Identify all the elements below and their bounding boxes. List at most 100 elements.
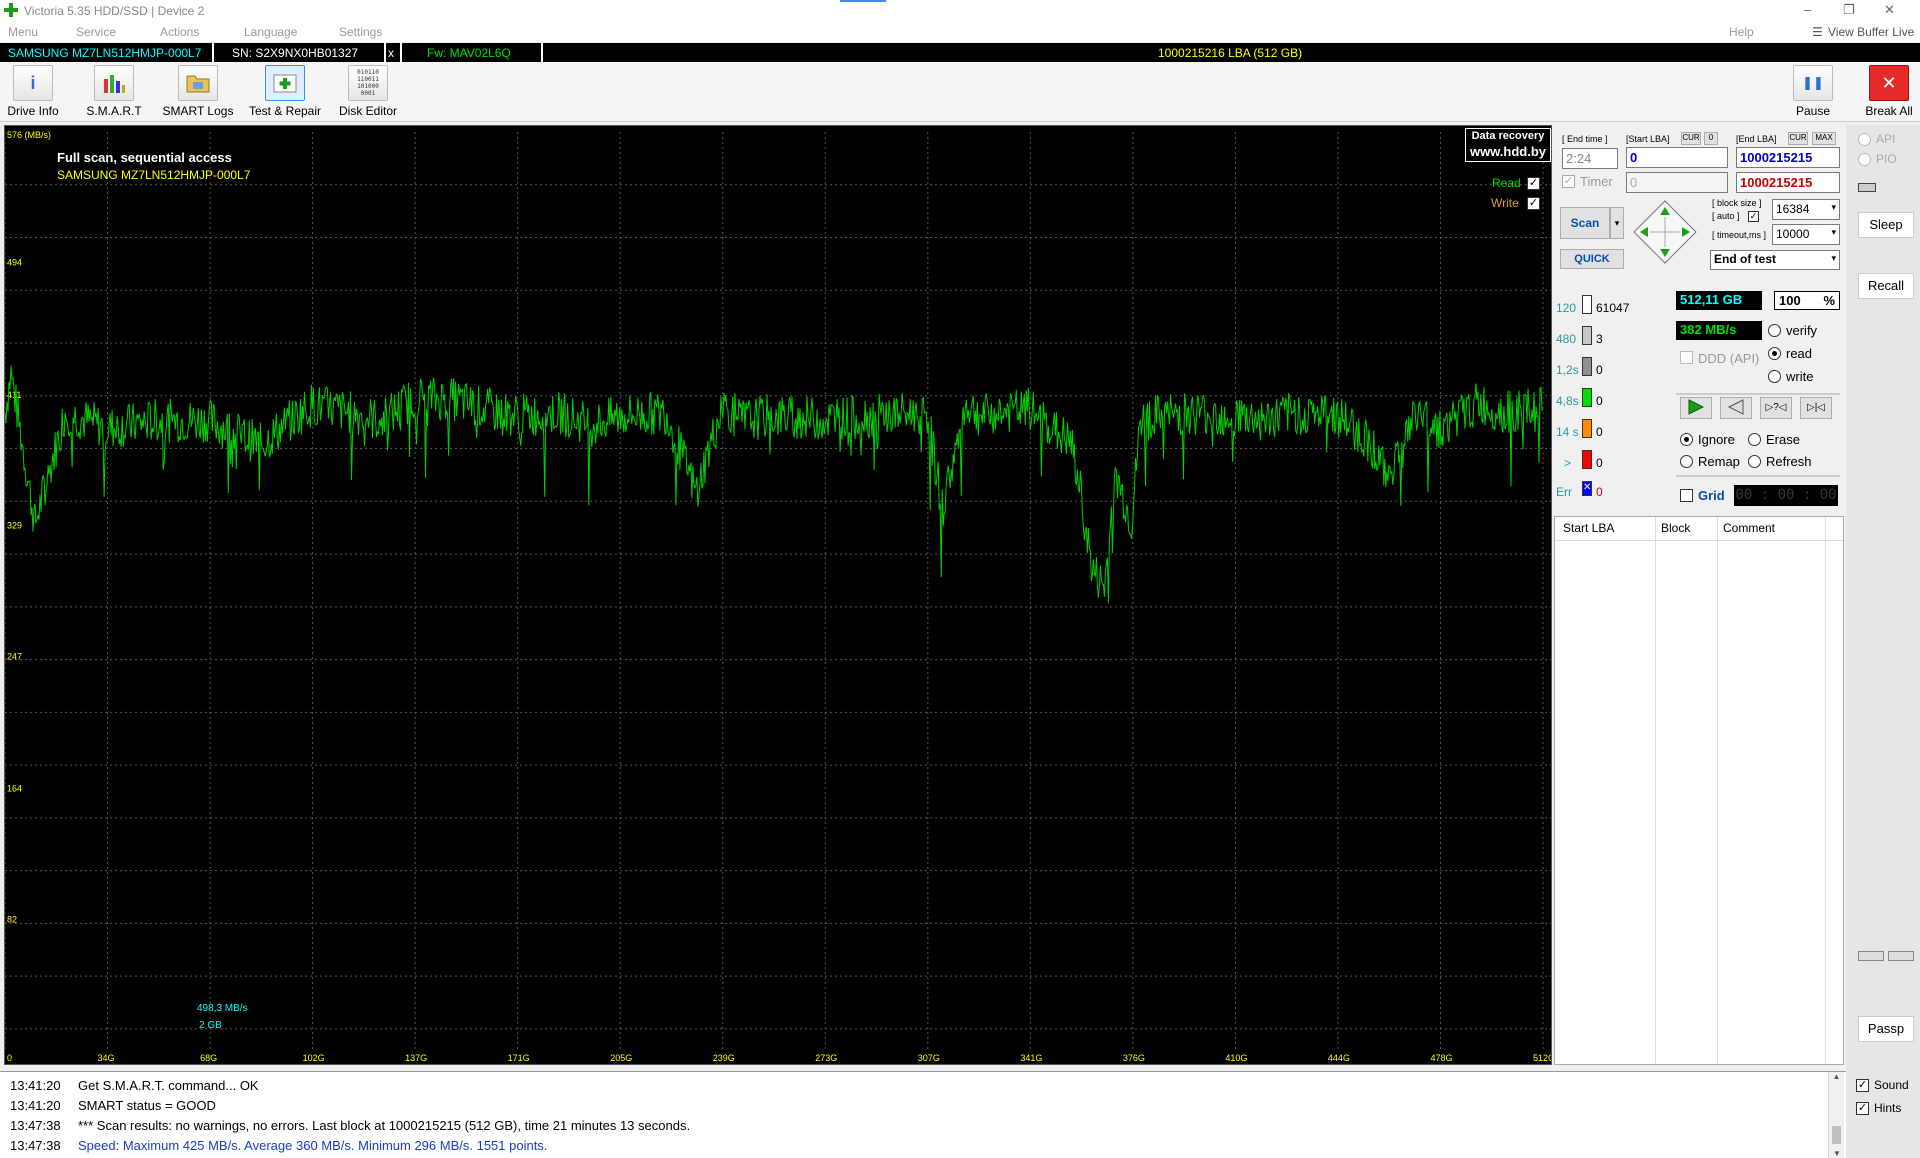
skip-button[interactable]: ▷?◁ <box>1760 397 1792 419</box>
auto-checkbox[interactable]: ✓ <box>1748 211 1759 222</box>
menu-item-settings[interactable]: Settings <box>339 25 382 39</box>
latency-count-1-2s: 0 <box>1596 363 1603 377</box>
end-action-select[interactable]: End of test ▾ <box>1710 250 1840 270</box>
error-count: 0 <box>1596 485 1603 499</box>
log-scrollbar[interactable]: ▲ ▼ <box>1828 1072 1844 1158</box>
device-close-x[interactable]: x <box>388 46 394 60</box>
direction-pad-icon[interactable] <box>1632 199 1698 265</box>
timer-checkbox[interactable]: ✓ <box>1562 175 1575 188</box>
x-tick-label: 410G <box>1225 1053 1247 1063</box>
smart-logs-button[interactable]: SMART Logs <box>162 65 234 121</box>
view-buffer-live-button[interactable]: View Buffer Live <box>1828 25 1914 39</box>
restore-button[interactable]: ❐ <box>1843 2 1855 18</box>
latency-label-14s: 14 s <box>1556 425 1579 439</box>
timeout-label: [ timeout,ms ] <box>1712 230 1767 240</box>
timeout-select[interactable]: 10000 ▾ <box>1772 224 1840 245</box>
remap-radio[interactable] <box>1680 455 1693 468</box>
end-lba-field[interactable]: 1000215215 <box>1736 147 1840 168</box>
title-bar: Victoria 5.35 HDD/SSD | Device 2 – ❐ ✕ <box>0 0 1920 21</box>
menu-item-language[interactable]: Language <box>244 25 297 39</box>
start-lba-field[interactable]: 0 <box>1626 147 1728 168</box>
y-tick-label: 247 <box>7 651 22 661</box>
end-lba-cur-button[interactable]: CUR <box>1788 132 1808 145</box>
small-slot-right[interactable] <box>1888 951 1914 961</box>
timer-field[interactable]: 0 <box>1626 172 1728 193</box>
read-checkbox[interactable]: ✓ <box>1527 177 1540 190</box>
grid-timer-display: 00 : 00 : 00 <box>1734 485 1838 506</box>
scroll-thumb <box>1832 1126 1841 1144</box>
menu-item-service[interactable]: Service <box>76 25 116 39</box>
small-slot-left[interactable] <box>1858 951 1884 961</box>
break-all-button[interactable]: ✕ Break All <box>1861 65 1917 121</box>
drive-info-button[interactable]: i Drive Info <box>4 65 62 121</box>
window-title: Victoria 5.35 HDD/SSD | Device 2 <box>24 4 205 18</box>
write-checkbox[interactable]: ✓ <box>1527 197 1540 210</box>
quick-button[interactable]: QUICK <box>1560 249 1624 269</box>
menu-item-help[interactable]: Help <box>1729 25 1754 39</box>
data-recovery-badge[interactable]: Data recovery www.hdd.by <box>1465 128 1551 162</box>
test-repair-button[interactable]: Test & Repair <box>246 65 324 121</box>
side-panel: API PIO Sleep Recall Passp ✓ Sound ✓ Hin… <box>1846 125 1920 1158</box>
refresh-radio[interactable] <box>1748 455 1761 468</box>
column-comment[interactable]: Comment <box>1723 521 1775 535</box>
grid-checkbox[interactable] <box>1680 489 1693 502</box>
current-speed-display: 382 MB/s <box>1676 321 1762 340</box>
x-tick-label: 341G <box>1020 1053 1042 1063</box>
reverse-icon <box>1727 399 1744 415</box>
disk-editor-button[interactable]: 010110 110011 101000 0001 Disk Editor <box>336 65 400 121</box>
device-model[interactable]: SAMSUNG MZ7LN512HMJP-000L7 <box>8 46 201 60</box>
event-log[interactable]: 13:41:20 Get S.M.A.R.T. command... OK 13:… <box>0 1071 1846 1158</box>
medical-kit-icon <box>265 65 305 101</box>
pause-icon: ❚❚ <box>1793 65 1833 101</box>
column-start-lba[interactable]: Start LBA <box>1563 521 1614 535</box>
api-label: API <box>1876 132 1896 146</box>
y-tick-label: 329 <box>7 521 22 531</box>
ddd-api-label: DDD (API) <box>1698 351 1760 366</box>
graph-title: Full scan, sequential access <box>57 150 232 165</box>
info-icon: i <box>13 65 53 101</box>
ignore-radio[interactable] <box>1680 433 1693 446</box>
latency-label-1-2s: 1,2s <box>1556 363 1579 377</box>
log-line: 13:47:38 Speed: Maximum 425 MB/s. Average… <box>10 1138 548 1153</box>
pause-button[interactable]: ❚❚ Pause <box>1786 65 1840 121</box>
api-radio[interactable] <box>1858 133 1871 146</box>
block-size-select[interactable]: 16384 ▾ <box>1772 199 1840 220</box>
menu-item-menu[interactable]: Menu <box>8 25 38 39</box>
end-lba-max-button[interactable]: MAX <box>1812 132 1836 145</box>
close-button[interactable]: ✕ <box>1884 2 1895 18</box>
ddd-api-checkbox[interactable] <box>1680 351 1693 364</box>
reverse-button[interactable] <box>1720 397 1752 419</box>
minimize-button[interactable]: – <box>1804 2 1811 17</box>
end-time-field[interactable]: 2:24 <box>1562 148 1618 169</box>
start-lba-zero-button[interactable]: 0 <box>1704 132 1718 145</box>
menu-item-actions[interactable]: Actions <box>160 25 199 39</box>
latency-label-4-8s: 4,8s <box>1556 394 1579 408</box>
erase-label: Erase <box>1766 432 1800 447</box>
scan-graph[interactable]: 576 (MB/s) 494 411 329 247 164 82 0 34G 68G 102G 13… <box>4 125 1552 1065</box>
ignore-label: Ignore <box>1698 432 1735 447</box>
smart-button[interactable]: S.M.A.R.T <box>84 65 144 121</box>
error-bar: ✕ <box>1582 481 1592 496</box>
smart-chart-icon <box>94 65 134 101</box>
read-radio[interactable] <box>1768 347 1781 360</box>
verify-radio[interactable] <box>1768 324 1781 337</box>
x-tick-label: 512G <box>1533 1053 1551 1063</box>
column-block[interactable]: Block <box>1661 521 1690 535</box>
recall-button[interactable]: Recall <box>1858 273 1914 299</box>
scan-button[interactable]: Scan <box>1560 207 1610 239</box>
passp-button[interactable]: Passp <box>1858 1016 1914 1042</box>
write-radio[interactable] <box>1768 370 1781 383</box>
latency-bar-1-2s <box>1582 357 1592 376</box>
play-button[interactable] <box>1680 397 1712 419</box>
scan-dropdown-icon[interactable]: ▾ <box>1610 207 1624 239</box>
pio-radio[interactable] <box>1858 153 1871 166</box>
start-lba-cur-button[interactable]: CUR <box>1681 132 1701 145</box>
remap-label: Remap <box>1698 454 1740 469</box>
sleep-button[interactable]: Sleep <box>1858 212 1914 238</box>
erase-radio[interactable] <box>1748 433 1761 446</box>
latency-label-480: 480 <box>1556 332 1577 346</box>
hints-checkbox[interactable]: ✓ <box>1856 1102 1869 1115</box>
speed-chart-svg: 576 (MB/s)494411329247164820 34G 68G 102G 13… <box>5 130 1551 1063</box>
sound-checkbox[interactable]: ✓ <box>1856 1079 1869 1092</box>
to-end-button[interactable]: ▷|◁ <box>1800 397 1832 419</box>
